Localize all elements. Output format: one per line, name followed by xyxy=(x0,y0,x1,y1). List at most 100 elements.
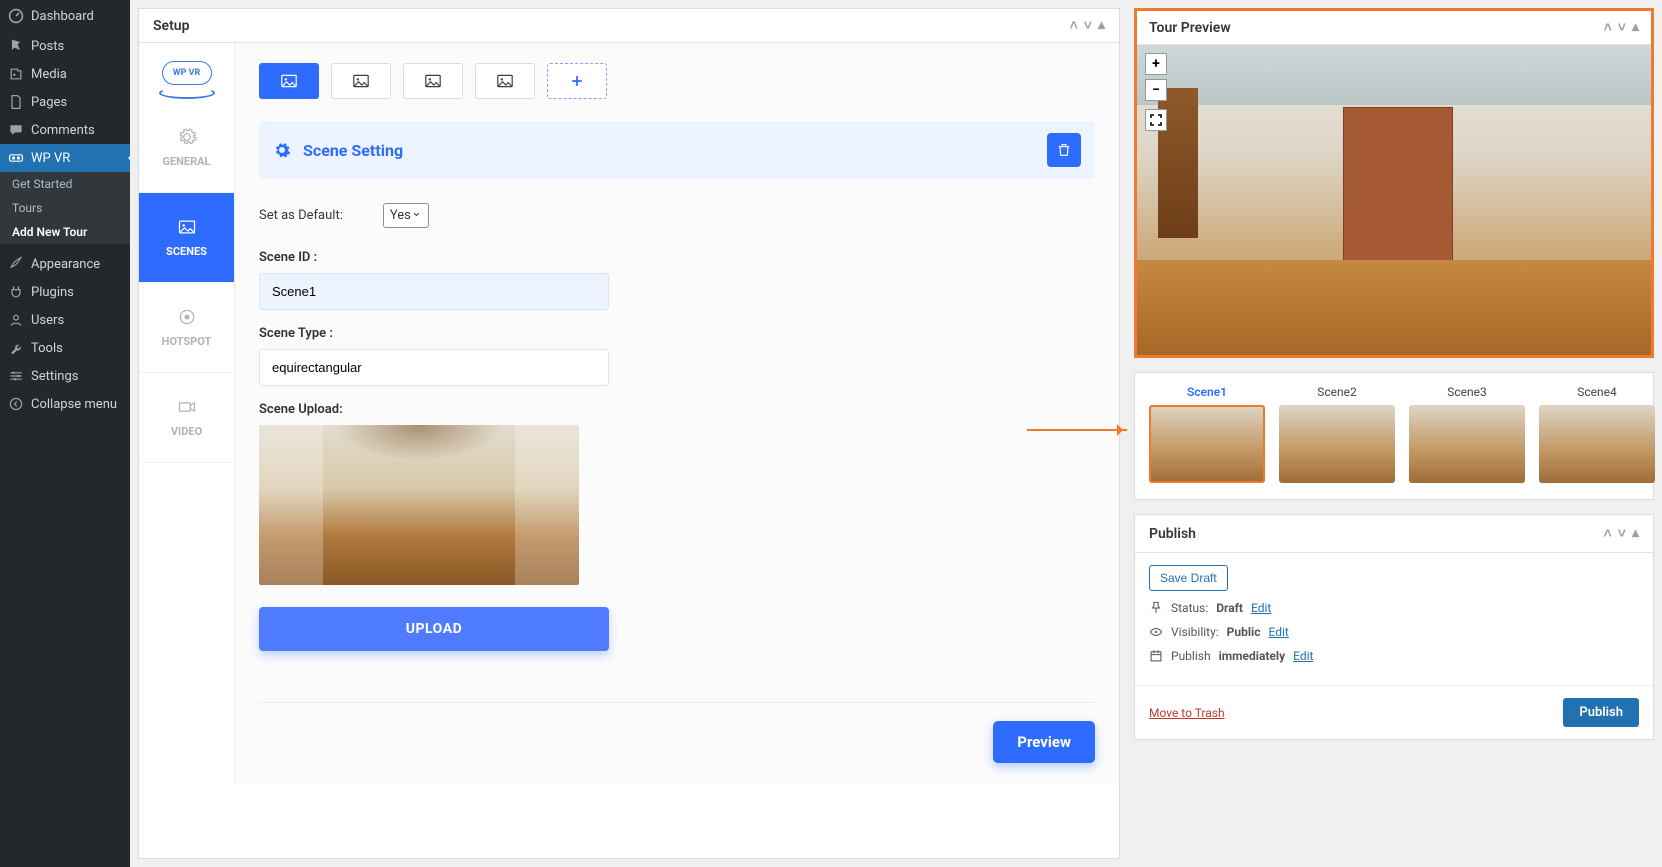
publish-controls: ˄ ˅ ▴ xyxy=(1604,525,1639,542)
panel-down-icon[interactable]: ˅ xyxy=(1618,525,1626,542)
nav-label: HOTSPOT xyxy=(162,335,212,348)
scene-tab-add[interactable] xyxy=(547,63,607,99)
panel-up-icon[interactable]: ˄ xyxy=(1070,17,1078,34)
scenes-content: Scene Setting Set as Default: Yes Scene … xyxy=(235,43,1119,783)
thumb-image xyxy=(1409,405,1525,483)
wrench-icon xyxy=(8,340,24,356)
panel-toggle-icon[interactable]: ▴ xyxy=(1632,525,1639,542)
scene-upload-preview[interactable] xyxy=(259,425,579,585)
scene-thumb-2[interactable]: Scene2 xyxy=(1279,385,1395,483)
dashboard-icon xyxy=(8,8,24,24)
thumb-label: Scene4 xyxy=(1539,385,1655,399)
sidebar-item-collapse[interactable]: Collapse menu xyxy=(0,390,130,418)
panel-up-icon[interactable]: ˄ xyxy=(1604,525,1612,542)
fullscreen-button[interactable] xyxy=(1145,109,1167,131)
sidebar-item-wpvr[interactable]: WP VR xyxy=(0,144,130,172)
visibility-label: Visibility: xyxy=(1171,625,1219,639)
scene-tab-4[interactable] xyxy=(475,63,535,99)
fullscreen-icon xyxy=(1150,114,1162,126)
setup-panel-header: Setup ˄ ˅ ▴ xyxy=(139,9,1119,43)
wpvr-logo: WP VR xyxy=(162,61,212,85)
setup-left-nav: WP VR GENERAL SCENES HOTSPOT xyxy=(139,43,235,783)
eye-icon xyxy=(1149,625,1163,639)
scene-thumb-3[interactable]: Scene3 xyxy=(1409,385,1525,483)
gear-icon xyxy=(273,141,291,159)
pin-icon xyxy=(1149,601,1163,615)
sidebar-sub-tours[interactable]: Tours xyxy=(0,196,130,220)
image-icon xyxy=(281,74,297,88)
panel-toggle-icon[interactable]: ▴ xyxy=(1098,17,1105,34)
delete-scene-button[interactable] xyxy=(1047,133,1081,167)
sidebar-item-tools[interactable]: Tools xyxy=(0,334,130,362)
scene-thumb-1[interactable]: Scene1 xyxy=(1149,385,1265,483)
scene-type-input[interactable] xyxy=(259,349,609,386)
collapse-icon xyxy=(8,396,24,412)
video-icon xyxy=(177,397,197,417)
image-icon xyxy=(353,74,369,88)
move-to-trash-link[interactable]: Move to Trash xyxy=(1149,706,1225,720)
sliders-icon xyxy=(8,368,24,384)
nav-general[interactable]: GENERAL xyxy=(139,103,234,193)
sidebar-item-posts[interactable]: Posts xyxy=(0,32,130,60)
sidebar-label: WP VR xyxy=(31,151,70,166)
edit-visibility-link[interactable]: Edit xyxy=(1268,625,1288,639)
plus-icon xyxy=(569,74,585,88)
main-body: Setup ˄ ˅ ▴ WP VR GENERAL xyxy=(130,0,1662,867)
scene-thumbnails-panel: Scene1 Scene2 Scene3 Scene4 xyxy=(1134,372,1654,500)
wp-admin-sidebar: Dashboard Posts Media Pages Comments WP … xyxy=(0,0,130,867)
scene-tab-3[interactable] xyxy=(403,63,463,99)
edit-schedule-link[interactable]: Edit xyxy=(1293,649,1313,663)
setup-body: WP VR GENERAL SCENES HOTSPOT xyxy=(139,43,1119,783)
scene-tab-1[interactable] xyxy=(259,63,319,99)
scene-id-input[interactable] xyxy=(259,273,609,310)
comment-icon xyxy=(8,122,24,138)
sidebar-item-dashboard[interactable]: Dashboard xyxy=(0,0,130,32)
panel-down-icon[interactable]: ˅ xyxy=(1618,19,1626,36)
arrow-annotation xyxy=(1027,429,1127,431)
sidebar-item-comments[interactable]: Comments xyxy=(0,116,130,144)
publish-label: Publish xyxy=(1171,649,1211,663)
set-default-row: Set as Default: Yes xyxy=(259,203,1095,228)
sidebar-item-settings[interactable]: Settings xyxy=(0,362,130,390)
publish-header: Publish ˄ ˅ ▴ xyxy=(1135,515,1653,553)
sidebar-item-users[interactable]: Users xyxy=(0,306,130,334)
panel-down-icon[interactable]: ˅ xyxy=(1084,17,1092,34)
setup-title: Setup xyxy=(153,18,189,34)
nav-label: VIDEO xyxy=(171,425,202,438)
scene-id-row: Scene ID : xyxy=(259,250,1095,310)
user-icon xyxy=(8,312,24,328)
publish-value: immediately xyxy=(1219,649,1286,663)
scene-thumb-4[interactable]: Scene4 xyxy=(1539,385,1655,483)
sidebar-label: Tools xyxy=(31,341,63,356)
nav-label: SCENES xyxy=(166,245,207,258)
tour-preview-panel: Tour Preview ˄ ˅ ▴ + − xyxy=(1134,8,1654,358)
tour-preview-viewport[interactable]: + − xyxy=(1137,45,1651,355)
zoom-out-button[interactable]: − xyxy=(1145,79,1167,101)
preview-button[interactable]: Preview xyxy=(993,721,1095,763)
sidebar-item-pages[interactable]: Pages xyxy=(0,88,130,116)
sidebar-item-appearance[interactable]: Appearance xyxy=(0,250,130,278)
sidebar-item-media[interactable]: Media xyxy=(0,60,130,88)
thumb-image xyxy=(1279,405,1395,483)
thumb-image xyxy=(1149,405,1265,483)
sidebar-sub-add-new-tour[interactable]: Add New Tour xyxy=(0,220,130,244)
scene-upload-row: Scene Upload: UPLOAD xyxy=(259,402,1095,651)
nav-video[interactable]: VIDEO xyxy=(139,373,234,463)
nav-scenes[interactable]: SCENES xyxy=(139,193,234,283)
sidebar-sub-get-started[interactable]: Get Started xyxy=(0,172,130,196)
sidebar-item-plugins[interactable]: Plugins xyxy=(0,278,130,306)
save-draft-button[interactable]: Save Draft xyxy=(1149,565,1228,591)
plug-icon xyxy=(8,284,24,300)
edit-status-link[interactable]: Edit xyxy=(1251,601,1271,615)
zoom-in-button[interactable]: + xyxy=(1145,53,1167,75)
visibility-line: Visibility: Public Edit xyxy=(1149,625,1639,639)
thumb-label: Scene3 xyxy=(1409,385,1525,399)
publish-button[interactable]: Publish xyxy=(1563,698,1639,727)
panel-toggle-icon[interactable]: ▴ xyxy=(1632,19,1639,36)
scene-tab-2[interactable] xyxy=(331,63,391,99)
set-default-select[interactable]: Yes xyxy=(383,203,429,228)
panel-up-icon[interactable]: ˄ xyxy=(1604,19,1612,36)
preview-button-row: Preview xyxy=(259,702,1095,763)
nav-hotspot[interactable]: HOTSPOT xyxy=(139,283,234,373)
upload-button[interactable]: UPLOAD xyxy=(259,607,609,651)
